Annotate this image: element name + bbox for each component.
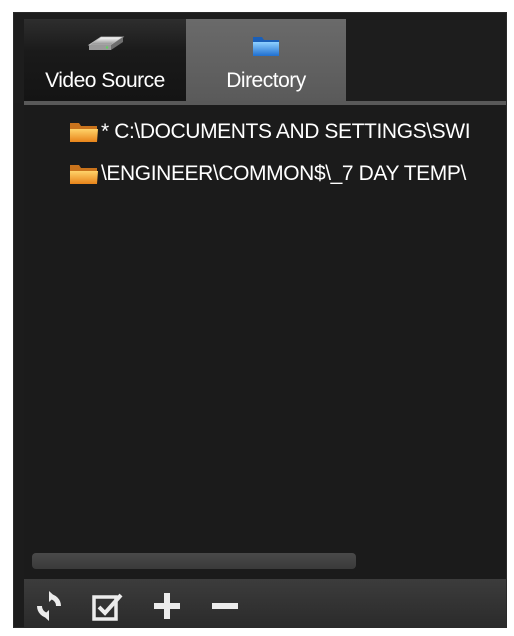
drive-icon [85,31,125,62]
folder-icon [251,31,281,64]
select-button[interactable] [90,589,124,623]
refresh-button[interactable] [32,589,66,623]
add-button[interactable] [150,589,184,623]
tree-item-label: * C:\DOCUMENTS AND SETTINGS\SWI [101,120,471,143]
scrollbar-thumb[interactable] [32,553,356,569]
plus-icon [154,593,180,619]
remove-button[interactable] [208,589,242,623]
tree-item-label: \ENGINEER\COMMON$\_7 DAY TEMP\ [101,162,466,185]
tree-item[interactable]: * C:\DOCUMENTS AND SETTINGS\SWI [69,115,471,149]
tab-directory[interactable]: Directory [186,19,346,101]
checkbox-edit-icon [92,593,123,621]
directory-panel: Video Source Directory * C:\DOCUMENTS AN… [13,12,507,628]
horizontal-scrollbar[interactable] [24,551,506,573]
tab-label: Video Source [45,69,165,92]
directory-tree[interactable]: * C:\DOCUMENTS AND SETTINGS\SWI \ENGINEE… [24,101,506,581]
folder-icon [70,165,98,184]
tab-label: Directory [226,69,306,92]
tab-video-source[interactable]: Video Source [24,19,186,101]
tree-item[interactable]: \ENGINEER\COMMON$\_7 DAY TEMP\ [69,157,466,191]
minus-icon [212,603,238,609]
folder-icon [70,123,98,142]
tab-bar: Video Source Directory [14,13,506,103]
refresh-icon [37,591,61,621]
bottom-toolbar [24,579,506,627]
